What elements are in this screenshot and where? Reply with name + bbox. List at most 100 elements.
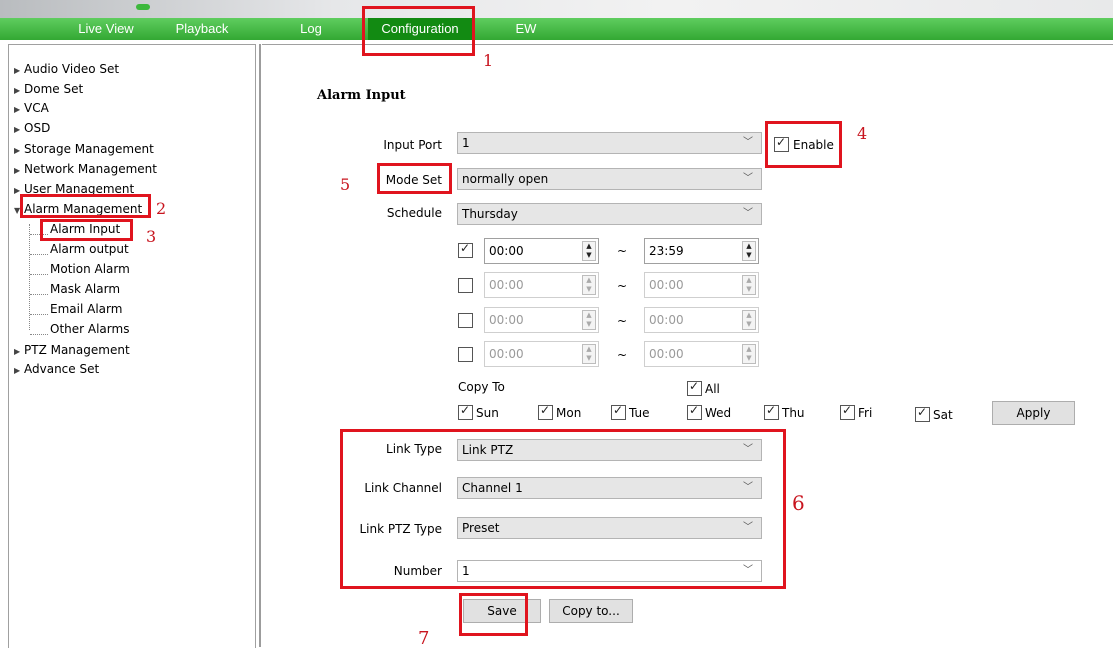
checkmark-icon: ✓	[689, 403, 700, 417]
sidebar-item-network-management[interactable]: ▶ Network Management	[14, 159, 157, 179]
annotation-box-1	[362, 6, 475, 56]
input-port-select[interactable]: 1 ﹀	[457, 132, 762, 154]
copy-to-button[interactable]: Copy to...	[549, 599, 633, 623]
apply-button[interactable]: Apply	[992, 401, 1075, 425]
range-separator: ~	[617, 279, 628, 293]
sidebar-subitem-other-alarms[interactable]: Other Alarms	[50, 319, 129, 339]
spin-down-icon[interactable]: ▼	[583, 320, 595, 329]
time-spinner[interactable]: ▲ ▼	[582, 275, 596, 295]
annotation-number-1: 1	[483, 51, 494, 70]
schedule-select[interactable]: Thursday ﹀	[457, 203, 762, 225]
tab-ew[interactable]: EW	[510, 18, 542, 40]
schedule-value: Thursday	[462, 207, 518, 221]
time-spinner[interactable]: ▲ ▼	[742, 241, 756, 261]
spin-up-icon[interactable]: ▲	[583, 311, 595, 320]
sidebar-item-label: Network Management	[24, 162, 157, 176]
sidebar-item-dome-set[interactable]: ▶ Dome Set	[14, 79, 83, 99]
tree-connector	[30, 304, 48, 315]
spin-up-icon[interactable]: ▲	[743, 345, 755, 354]
time-spinner[interactable]: ▲ ▼	[582, 241, 596, 261]
checkmark-icon: ✓	[689, 379, 700, 393]
annotation-box-7	[459, 593, 528, 636]
day-tue-label: Tue	[629, 406, 650, 420]
spin-down-icon[interactable]: ▼	[743, 285, 755, 294]
time-spinner[interactable]: ▲ ▼	[742, 275, 756, 295]
time-slot-1-start[interactable]: 00:00 ▲ ▼	[484, 238, 599, 264]
day-wed-checkbox[interactable]: ✓	[687, 403, 702, 420]
spin-down-icon[interactable]: ▼	[743, 251, 755, 260]
spin-up-icon[interactable]: ▲	[743, 276, 755, 285]
time-spinner[interactable]: ▲ ▼	[582, 344, 596, 364]
spin-up-icon[interactable]: ▲	[743, 242, 755, 251]
main-nav: Live View Playback Log Configuration EW	[0, 18, 1113, 40]
sidebar-item-storage-management[interactable]: ▶ Storage Management	[14, 139, 154, 159]
tab-playback[interactable]: Playback	[170, 18, 234, 40]
time-slot-2-start[interactable]: 00:00 ▲ ▼	[484, 272, 599, 298]
sidebar-item-advance-set[interactable]: ▶ Advance Set	[14, 359, 99, 379]
range-separator: ~	[617, 314, 628, 328]
sidebar-subitem-email-alarm[interactable]: Email Alarm	[50, 299, 122, 319]
annotation-box-5	[377, 163, 452, 194]
sidebar-item-label: OSD	[24, 121, 51, 135]
sidebar-item-label: Advance Set	[24, 362, 100, 376]
spin-down-icon[interactable]: ▼	[743, 354, 755, 363]
sidebar-item-osd[interactable]: ▶ OSD	[14, 118, 50, 138]
time-slot-4-checkbox[interactable]	[458, 347, 473, 362]
spin-down-icon[interactable]: ▼	[743, 320, 755, 329]
time-value: 00:00	[489, 347, 524, 361]
day-fri-checkbox[interactable]: ✓	[840, 403, 855, 420]
page-title: Alarm Input	[317, 88, 406, 103]
expand-arrow-icon: ▶	[14, 66, 21, 75]
spin-up-icon[interactable]: ▲	[583, 242, 595, 251]
spin-up-icon[interactable]: ▲	[583, 345, 595, 354]
sidebar-subitem-alarm-output[interactable]: Alarm output	[50, 239, 129, 259]
tree-connector	[30, 264, 48, 275]
annotation-box-6	[340, 429, 786, 589]
time-slot-3-start[interactable]: 00:00 ▲ ▼	[484, 307, 599, 333]
expand-arrow-icon: ▶	[14, 146, 21, 155]
time-slot-1-checkbox[interactable]: ✓	[458, 241, 473, 258]
mode-set-select[interactable]: normally open ﹀	[457, 168, 762, 190]
time-spinner[interactable]: ▲ ▼	[582, 310, 596, 330]
checkmark-icon: ✓	[460, 241, 471, 255]
sidebar-item-audio-video-set[interactable]: ▶ Audio Video Set	[14, 59, 119, 79]
header-strip	[0, 0, 1113, 18]
time-slot-1-end[interactable]: 23:59 ▲ ▼	[644, 238, 759, 264]
time-spinner[interactable]: ▲ ▼	[742, 344, 756, 364]
day-thu-checkbox[interactable]: ✓	[764, 403, 779, 420]
tab-live-view[interactable]: Live View	[70, 18, 142, 40]
sidebar-item-vca[interactable]: ▶ VCA	[14, 98, 49, 118]
schedule-label: Schedule	[386, 206, 442, 220]
time-slot-4-end[interactable]: 00:00 ▲ ▼	[644, 341, 759, 367]
spin-down-icon[interactable]: ▼	[583, 354, 595, 363]
time-slot-3-checkbox[interactable]	[458, 313, 473, 328]
sidebar-item-ptz-management[interactable]: ▶ PTZ Management	[14, 340, 130, 360]
time-spinner[interactable]: ▲ ▼	[742, 310, 756, 330]
range-separator: ~	[617, 348, 628, 362]
time-slot-3-end[interactable]: 00:00 ▲ ▼	[644, 307, 759, 333]
spin-up-icon[interactable]: ▲	[743, 311, 755, 320]
sidebar-subitem-motion-alarm[interactable]: Motion Alarm	[50, 259, 130, 279]
time-slot-4-start[interactable]: 00:00 ▲ ▼	[484, 341, 599, 367]
day-fri-label: Fri	[858, 406, 873, 420]
day-sat-checkbox[interactable]: ✓	[915, 405, 930, 422]
day-mon-checkbox[interactable]: ✓	[538, 403, 553, 420]
expand-arrow-icon: ▶	[14, 105, 21, 114]
sidebar-subitem-mask-alarm[interactable]: Mask Alarm	[50, 279, 120, 299]
spin-down-icon[interactable]: ▼	[583, 285, 595, 294]
time-slot-2-checkbox[interactable]	[458, 278, 473, 293]
day-thu-label: Thu	[782, 406, 805, 420]
tab-log[interactable]: Log	[296, 18, 326, 40]
time-slot-2-end[interactable]: 00:00 ▲ ▼	[644, 272, 759, 298]
spin-up-icon[interactable]: ▲	[583, 276, 595, 285]
sidebar-item-label: PTZ Management	[24, 343, 130, 357]
spin-down-icon[interactable]: ▼	[583, 251, 595, 260]
day-sat-label: Sat	[933, 408, 953, 422]
expand-arrow-icon: ▶	[14, 125, 21, 134]
day-tue-checkbox[interactable]: ✓	[611, 403, 626, 420]
day-sun-checkbox[interactable]: ✓	[458, 403, 473, 420]
annotation-number-6: 6	[792, 491, 805, 515]
checkmark-icon: ✓	[842, 403, 853, 417]
day-mon-label: Mon	[556, 406, 582, 420]
copy-all-checkbox[interactable]: ✓	[687, 379, 702, 396]
